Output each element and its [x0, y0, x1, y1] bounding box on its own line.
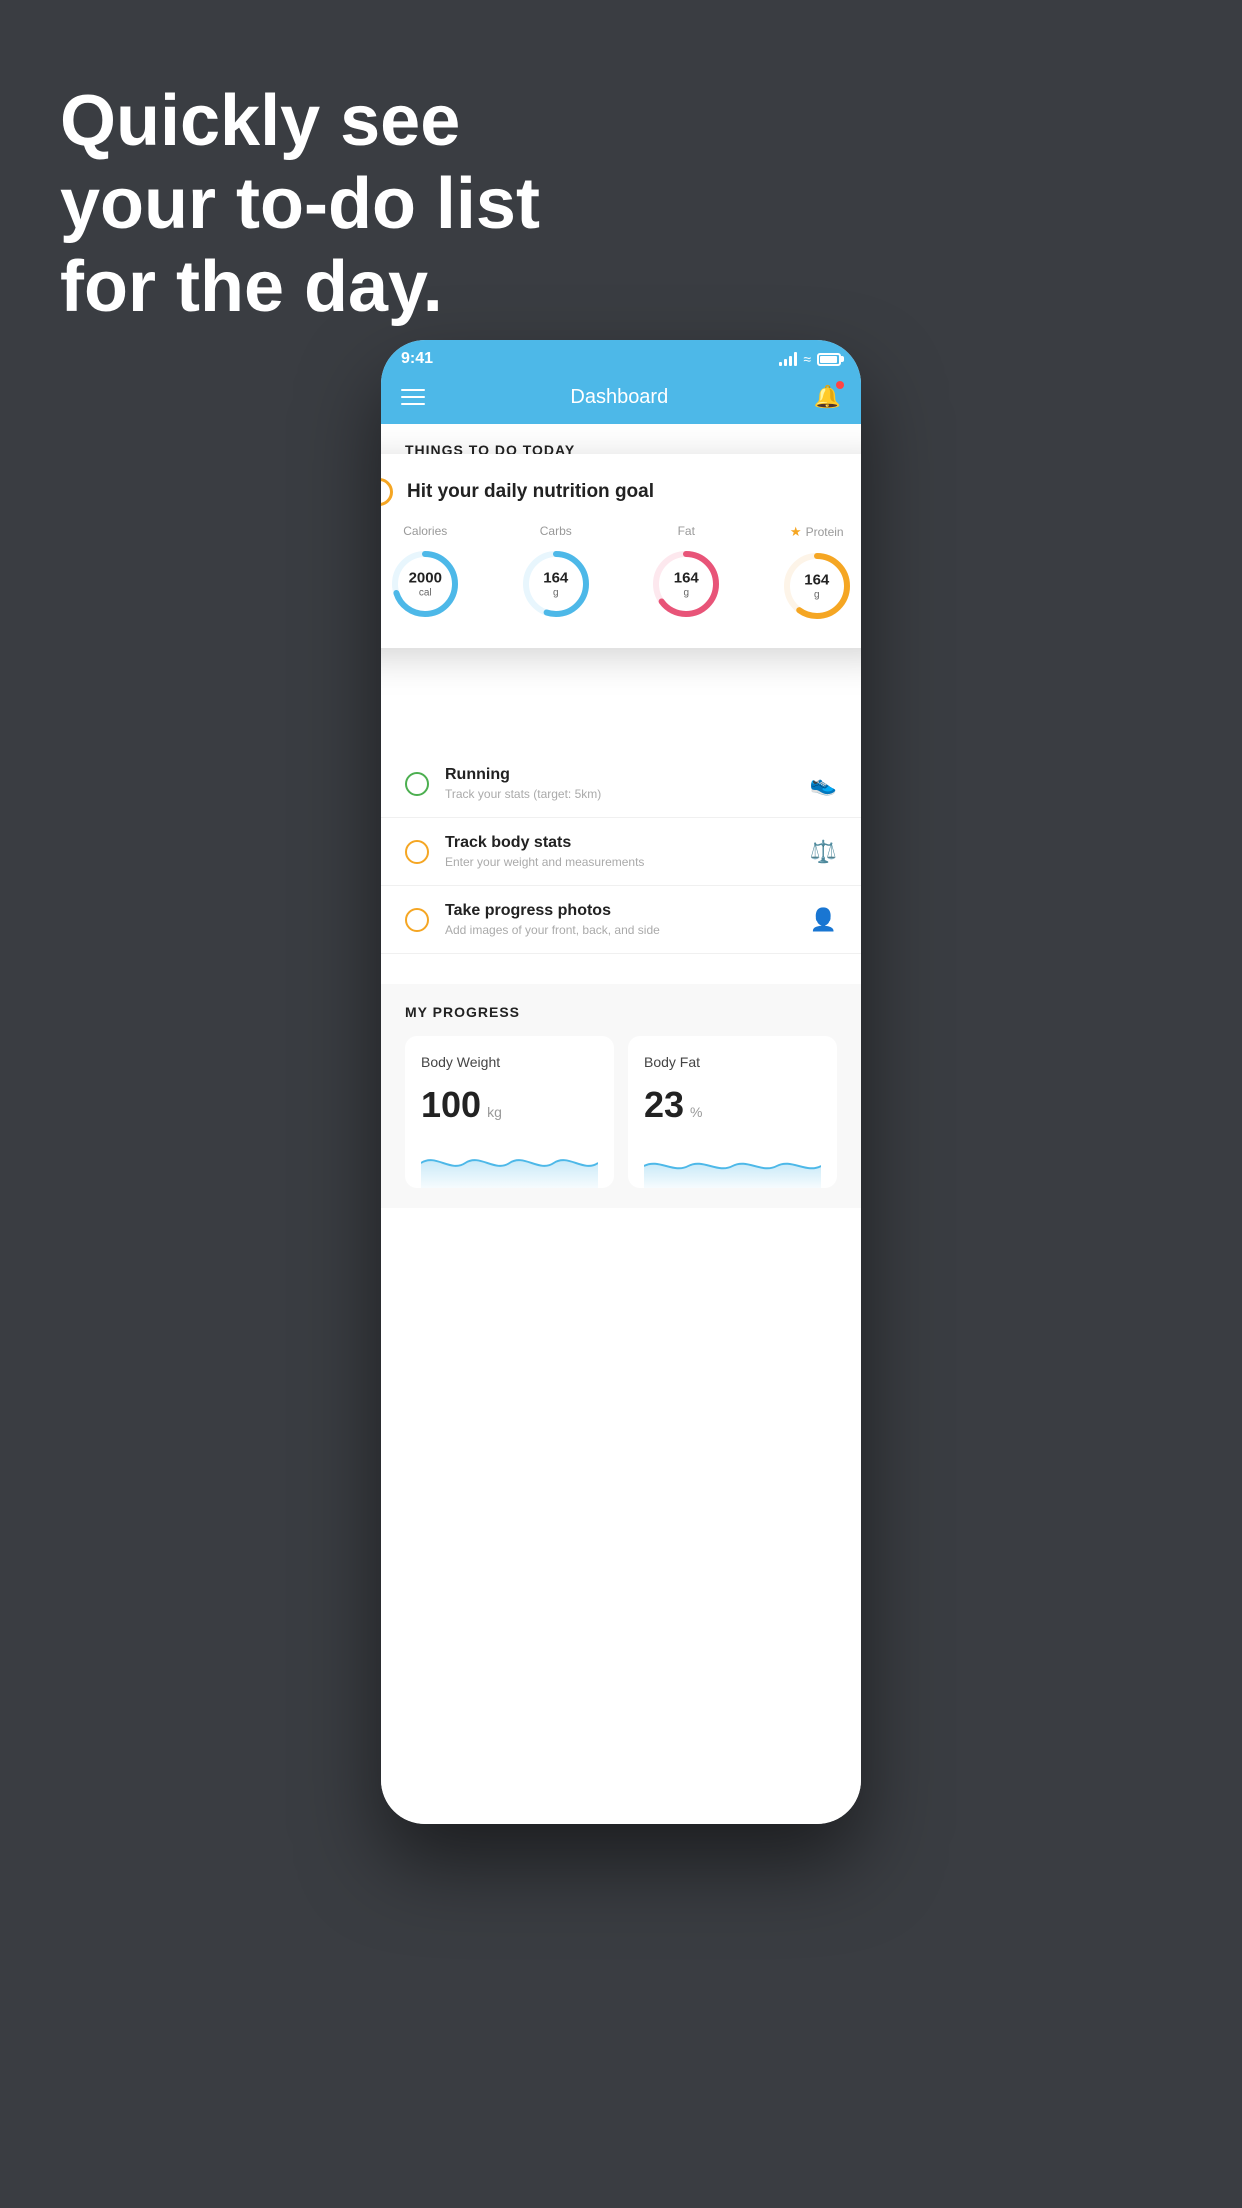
todo-subtitle-2: Add images of your front, back, and side — [445, 923, 794, 937]
donut-protein: 164 g — [779, 548, 855, 624]
headline-line3: for the day. — [60, 246, 540, 329]
headline-line1: Quickly see — [60, 80, 540, 163]
nutrition-card-title: Hit your daily nutrition goal — [407, 481, 654, 503]
progress-value-row: 23 % — [644, 1084, 821, 1126]
todo-item-1[interactable]: Track body stats Enter your weight and m… — [381, 818, 861, 886]
notification-dot — [836, 381, 844, 389]
todo-icon-0: 👟 — [810, 771, 837, 797]
progress-section-title: MY PROGRESS — [405, 1004, 837, 1020]
progress-card-title: Body Fat — [644, 1054, 821, 1070]
todo-text-2: Take progress photos Add images of your … — [445, 902, 794, 937]
donut-carbs: 164 g — [518, 546, 594, 622]
todo-text-1: Track body stats Enter your weight and m… — [445, 834, 794, 869]
progress-value: 100 — [421, 1084, 481, 1126]
headline-line2: your to-do list — [60, 163, 540, 246]
todo-icon-2: 👤 — [810, 907, 837, 933]
star-icon: ★ — [790, 524, 802, 540]
todo-checkbox-0[interactable] — [405, 772, 429, 796]
phone-content: THINGS TO DO TODAY Hit your daily nutrit… — [381, 424, 861, 1824]
todo-checkbox-1[interactable] — [405, 840, 429, 864]
progress-card-body-fat[interactable]: Body Fat 23 % — [628, 1036, 837, 1188]
nutrition-item-protein: ★Protein 164 g — [779, 524, 855, 624]
donut-calories: 2000 cal — [387, 546, 463, 622]
progress-chart — [644, 1138, 821, 1188]
todo-text-0: Running Track your stats (target: 5km) — [445, 766, 794, 801]
hamburger-menu[interactable] — [401, 389, 425, 405]
status-icons: ≈ — [779, 351, 841, 367]
progress-cards: Body Weight 100 kg Body Fat 23 % — [405, 1036, 837, 1188]
nav-bar: Dashboard 🔔 — [381, 374, 861, 424]
nutrition-item-fat: Fat 164 g — [648, 524, 724, 624]
todo-title-1: Track body stats — [445, 834, 794, 852]
notification-bell[interactable]: 🔔 — [814, 384, 841, 410]
progress-chart — [421, 1138, 598, 1188]
todo-subtitle-1: Enter your weight and measurements — [445, 855, 794, 869]
nav-title: Dashboard — [570, 386, 668, 409]
progress-card-body-weight[interactable]: Body Weight 100 kg — [405, 1036, 614, 1188]
todo-title-0: Running — [445, 766, 794, 784]
nutrition-card-title-row: Hit your daily nutrition goal — [381, 478, 861, 506]
nutrition-item-calories: Calories 2000 cal — [387, 524, 463, 624]
progress-value-row: 100 kg — [421, 1084, 598, 1126]
phone-mockup: 9:41 ≈ Dashboard 🔔 THINGS TO DO TODAY Hi… — [381, 340, 861, 1824]
todo-icon-1: ⚖️ — [810, 839, 837, 865]
todo-subtitle-0: Track your stats (target: 5km) — [445, 787, 794, 801]
progress-section: MY PROGRESS Body Weight 100 kg Body — [381, 984, 861, 1208]
progress-card-title: Body Weight — [421, 1054, 598, 1070]
wifi-icon: ≈ — [803, 351, 811, 367]
todo-checkbox-2[interactable] — [405, 908, 429, 932]
status-bar: 9:41 ≈ — [381, 340, 861, 374]
nutrition-item-carbs: Carbs 164 g — [518, 524, 594, 624]
progress-unit: % — [690, 1104, 702, 1120]
donut-fat: 164 g — [648, 546, 724, 622]
todo-item-2[interactable]: Take progress photos Add images of your … — [381, 886, 861, 954]
status-time: 9:41 — [401, 350, 433, 368]
headline: Quickly see your to-do list for the day. — [60, 80, 540, 328]
nutrition-stats: Calories 2000 cal Carbs 164 g Fat — [381, 524, 861, 624]
progress-unit: kg — [487, 1104, 502, 1120]
battery-icon — [817, 353, 841, 366]
nutrition-card: Hit your daily nutrition goal Calories 2… — [381, 454, 861, 648]
progress-value: 23 — [644, 1084, 684, 1126]
todo-item-0[interactable]: Running Track your stats (target: 5km) 👟 — [381, 750, 861, 818]
signal-icon — [779, 352, 797, 366]
todo-list: Running Track your stats (target: 5km) 👟… — [381, 750, 861, 954]
nutrition-checkbox[interactable] — [381, 478, 393, 506]
todo-title-2: Take progress photos — [445, 902, 794, 920]
